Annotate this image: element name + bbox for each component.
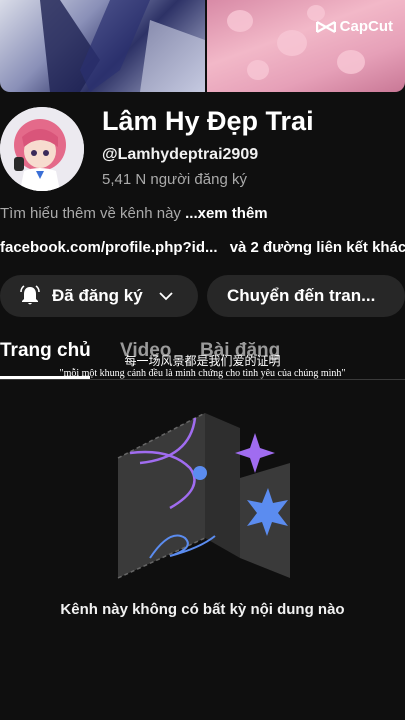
tabs-divider — [0, 379, 405, 380]
channel-name: Lâm Hy Đẹp Trai — [102, 106, 314, 136]
subscribed-button[interactable]: Đã đăng ký — [0, 275, 198, 317]
subscriber-count: 5,41 N người đăng ký — [102, 171, 247, 188]
subtitle-vietnamese: "mỗi một khung cảnh đều là minh chứng ch… — [59, 368, 346, 379]
channel-handle: @Lamhydeptrai2909 — [102, 146, 259, 163]
capcut-watermark: CapCut — [315, 18, 393, 35]
empty-state-message: Kênh này không có bất kỳ nội dung nào — [60, 601, 345, 618]
banner-art-right — [207, 0, 405, 92]
bell-icon — [20, 285, 40, 305]
subtitle-chinese: 每一场风景都是我们爱的证明 — [124, 354, 281, 368]
goto-button[interactable]: Chuyển đến tran... — [207, 275, 405, 317]
about-text: Tìm hiểu thêm về kênh này — [0, 205, 181, 222]
empty-state-illustration — [117, 412, 290, 579]
about-more-link[interactable]: ...xem thêm — [185, 205, 268, 222]
capcut-logo-icon — [315, 20, 336, 33]
banner-art-left — [0, 0, 205, 92]
more-links[interactable]: và 2 đường liên kết khác — [230, 239, 405, 256]
facebook-link[interactable]: facebook.com/profile.php?id... — [0, 239, 218, 256]
subscribed-label: Đã đăng ký — [52, 286, 143, 305]
channel-avatar[interactable] — [0, 107, 84, 191]
channel-banner: CapCut — [0, 0, 405, 92]
channel-about[interactable]: Tìm hiểu thêm về kênh này ...xem thêm — [0, 205, 268, 222]
channel-links[interactable]: facebook.com/profile.php?id... và 2 đườn… — [0, 239, 405, 256]
chevron-down-icon — [159, 292, 173, 301]
capcut-label: CapCut — [339, 18, 393, 35]
goto-label: Chuyển đến tran... — [227, 286, 376, 305]
